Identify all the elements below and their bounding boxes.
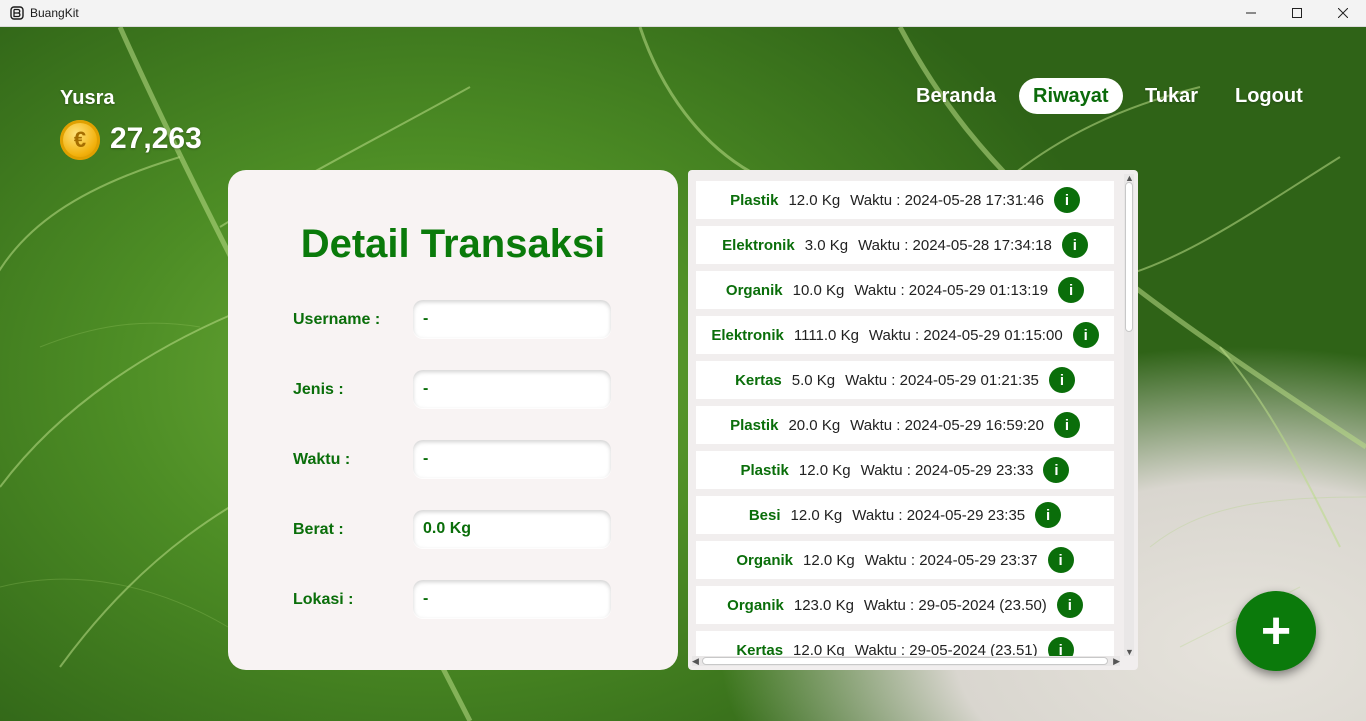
item-berat: 10.0 Kg	[792, 281, 845, 299]
item-jenis: Organik	[725, 281, 783, 299]
scroll-down-icon[interactable]: ▼	[1125, 647, 1134, 657]
list-item[interactable]: Plastik 12.0 Kg Waktu : 2024-05-29 23:33…	[696, 451, 1114, 489]
history-list[interactable]: Plastik 12.0 Kg Waktu : 2024-05-28 17:31…	[696, 178, 1114, 656]
jenis-label: Jenis :	[293, 381, 344, 398]
lokasi-label: Lokasi :	[293, 591, 354, 608]
horizontal-scroll-thumb[interactable]	[702, 657, 1108, 665]
info-button[interactable]: i	[1061, 232, 1088, 258]
jenis-field[interactable]: -	[413, 370, 611, 408]
waktu-field[interactable]: -	[413, 440, 611, 478]
item-waktu: Waktu : 2024-05-28 17:31:46	[850, 191, 1044, 209]
info-button[interactable]: i	[1053, 412, 1080, 438]
list-item[interactable]: Elektronik 1111.0 Kg Waktu : 2024-05-29 …	[696, 316, 1114, 354]
item-berat: 1111.0 Kg	[793, 326, 859, 344]
item-waktu: Waktu : 29-05-2024 (23.51)	[854, 641, 1038, 657]
list-item[interactable]: Besi 12.0 Kg Waktu : 2024-05-29 23:35 i	[696, 496, 1114, 534]
list-item[interactable]: Organik 12.0 Kg Waktu : 2024-05-29 23:37…	[696, 541, 1114, 579]
horizontal-scrollbar[interactable]: ◀ ▶	[692, 656, 1120, 666]
item-jenis: Kertas	[735, 371, 782, 389]
item-jenis: Elektronik	[722, 236, 795, 254]
info-button[interactable]: i	[1035, 502, 1062, 528]
info-button[interactable]: i	[1053, 187, 1080, 213]
item-jenis: Plastik	[730, 191, 779, 209]
minimize-button[interactable]	[1228, 0, 1274, 26]
item-jenis: Elektronik	[711, 326, 784, 344]
info-button[interactable]: i	[1047, 637, 1074, 656]
item-jenis: Plastik	[740, 461, 789, 479]
info-button[interactable]: i	[1048, 367, 1075, 393]
close-icon	[1338, 8, 1348, 18]
item-berat: 12.0 Kg	[793, 641, 845, 657]
window-titlebar: BuangKit	[0, 0, 1366, 27]
item-waktu: Waktu : 2024-05-28 17:34:18	[858, 236, 1052, 254]
vertical-scrollbar[interactable]: ▲ ▼	[1124, 173, 1134, 657]
berat-label: Berat :	[293, 521, 344, 538]
item-jenis: Plastik	[730, 416, 779, 434]
info-button[interactable]: i	[1056, 592, 1083, 618]
item-berat: 20.0 Kg	[788, 416, 841, 434]
item-jenis: Besi	[748, 506, 781, 524]
item-waktu: Waktu : 2024-05-29 01:13:19	[854, 281, 1049, 299]
leaf-background-image	[0, 27, 1366, 721]
item-berat: 123.0 Kg	[793, 596, 854, 614]
item-berat: 5.0 Kg	[791, 371, 836, 389]
scroll-left-icon[interactable]: ◀	[692, 656, 699, 666]
detail-card: Detail Transaksi Username : - Jenis : - …	[228, 170, 678, 670]
maximize-button[interactable]	[1274, 0, 1320, 26]
coin-balance: 27,263	[110, 122, 202, 155]
maximize-icon	[1292, 8, 1302, 18]
item-jenis: Organik	[727, 596, 784, 614]
list-item[interactable]: Organik 10.0 Kg Waktu : 2024-05-29 01:13…	[696, 271, 1114, 309]
list-item[interactable]: Plastik 12.0 Kg Waktu : 2024-05-28 17:31…	[696, 181, 1114, 219]
list-item[interactable]: Plastik 20.0 Kg Waktu : 2024-05-29 16:59…	[696, 406, 1114, 444]
item-waktu: Waktu : 29-05-2024 (23.50)	[863, 596, 1047, 614]
list-item[interactable]: Kertas 12.0 Kg Waktu : 29-05-2024 (23.51…	[696, 631, 1114, 656]
minimize-icon	[1246, 12, 1256, 14]
detail-title: Detail Transaksi	[300, 222, 606, 266]
info-button[interactable]: i	[1058, 277, 1085, 303]
scroll-right-icon[interactable]: ▶	[1113, 656, 1120, 666]
list-item[interactable]: Elektronik 3.0 Kg Waktu : 2024-05-28 17:…	[696, 226, 1114, 264]
username-label: Username :	[293, 311, 381, 328]
item-waktu: Waktu : 2024-05-29 23:37	[864, 551, 1038, 569]
item-waktu: Waktu : 2024-05-29 16:59:20	[850, 416, 1044, 434]
waktu-label: Waktu :	[293, 451, 351, 468]
item-waktu: Waktu : 2024-05-29 01:15:00	[868, 326, 1063, 344]
item-berat: 3.0 Kg	[804, 236, 849, 254]
info-button[interactable]: i	[1043, 457, 1070, 483]
username-field[interactable]: -	[413, 300, 611, 338]
nav-logout[interactable]: Logout	[1221, 78, 1317, 114]
app-logo-icon	[10, 6, 24, 20]
history-list-panel: Plastik 12.0 Kg Waktu : 2024-05-28 17:31…	[688, 170, 1138, 670]
item-berat: 12.0 Kg	[803, 551, 855, 569]
item-jenis: Organik	[736, 551, 794, 569]
close-button[interactable]	[1320, 0, 1366, 26]
window-title: BuangKit	[30, 6, 79, 20]
add-transaction-button[interactable]: +	[1236, 591, 1316, 671]
berat-field[interactable]: 0.0 Kg	[413, 510, 611, 548]
info-button[interactable]: i	[1047, 547, 1074, 573]
vertical-scroll-thumb[interactable]	[1125, 182, 1133, 332]
item-jenis: Kertas	[736, 641, 784, 657]
nav-tukar[interactable]: Tukar	[1131, 78, 1212, 114]
nav-riwayat[interactable]: Riwayat	[1019, 78, 1123, 114]
leaf-veins-decoration	[0, 27, 1366, 721]
item-waktu: Waktu : 2024-05-29 23:35	[852, 506, 1026, 524]
list-item[interactable]: Organik 123.0 Kg Waktu : 29-05-2024 (23.…	[696, 586, 1114, 624]
lokasi-field[interactable]: -	[413, 580, 611, 618]
item-berat: 12.0 Kg	[790, 506, 843, 524]
item-waktu: Waktu : 2024-05-29 01:21:35	[845, 371, 1039, 389]
coin-euro-icon: €	[60, 120, 100, 160]
info-button[interactable]: i	[1072, 322, 1099, 348]
item-berat: 12.0 Kg	[798, 461, 851, 479]
item-waktu: Waktu : 2024-05-29 23:33	[860, 461, 1034, 479]
list-item[interactable]: Kertas 5.0 Kg Waktu : 2024-05-29 01:21:3…	[696, 361, 1114, 399]
item-berat: 12.0 Kg	[788, 191, 841, 209]
user-name: Yusra	[60, 87, 115, 109]
nav-beranda[interactable]: Beranda	[902, 78, 1010, 114]
